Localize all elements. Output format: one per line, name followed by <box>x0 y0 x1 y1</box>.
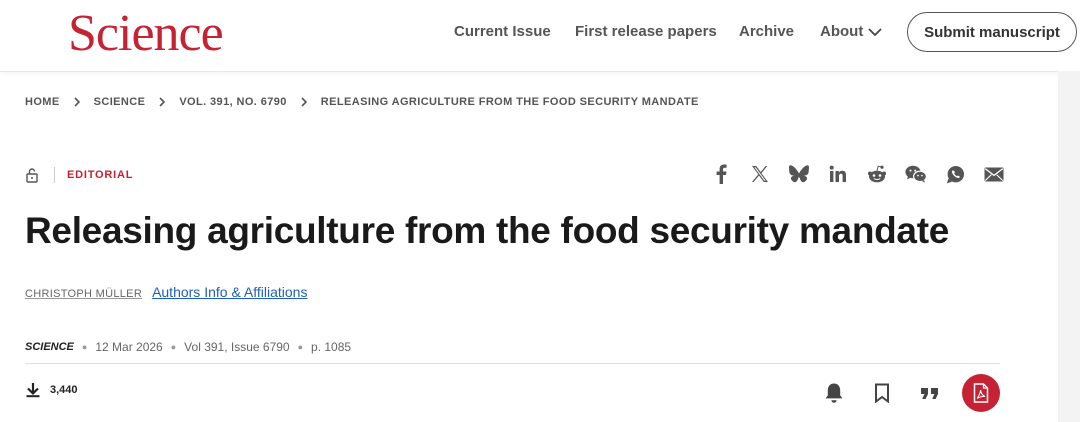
nav-about-label: About <box>820 23 864 40</box>
nav-current-issue[interactable]: Current Issue <box>454 23 551 41</box>
volume-issue-link[interactable]: Vol 391, Issue 6790 <box>184 340 289 354</box>
reddit-icon[interactable] <box>866 163 888 185</box>
author-line: CHRISTOPH MÜLLER Authors Info & Affiliat… <box>25 284 307 300</box>
chevron-down-icon <box>868 28 882 37</box>
publication-date: 12 Mar 2026 <box>95 340 163 354</box>
facebook-icon[interactable] <box>710 163 732 185</box>
submit-manuscript-button[interactable]: Submit manuscript <box>907 12 1077 52</box>
email-icon[interactable] <box>983 163 1005 185</box>
topic-divider <box>54 167 55 183</box>
bookmark-icon[interactable] <box>870 381 894 405</box>
page-number: p. 1085 <box>311 340 352 354</box>
meta-separator: ● <box>297 342 304 352</box>
meta-separator: ● <box>170 342 177 352</box>
breadcrumb-science[interactable]: SCIENCE <box>94 96 146 108</box>
divider <box>25 363 1000 364</box>
quote-icon[interactable] <box>918 381 942 405</box>
site-header: Science Current Issue First release pape… <box>0 0 1080 72</box>
bell-icon[interactable] <box>822 381 846 405</box>
science-logo[interactable]: Science <box>68 6 224 62</box>
nav-first-release-papers[interactable]: First release papers <box>575 23 717 41</box>
bluesky-icon[interactable] <box>788 163 810 185</box>
pdf-icon[interactable] <box>962 374 1000 412</box>
whatsapp-icon[interactable] <box>944 163 966 185</box>
download-icon <box>26 383 40 398</box>
topic-row: EDITORIAL <box>25 165 133 185</box>
x-icon[interactable] <box>749 163 771 185</box>
wechat-icon[interactable] <box>905 163 927 185</box>
breadcrumb-volume[interactable]: VOL. 391, NO. 6790 <box>179 96 286 108</box>
breadcrumb-home[interactable]: HOME <box>25 96 60 108</box>
breadcrumb-current: RELEASING AGRICULTURE FROM THE FOOD SECU… <box>320 96 699 108</box>
article-topic[interactable]: EDITORIAL <box>67 169 133 181</box>
download-count: 3,440 <box>50 384 78 396</box>
chevron-right-icon <box>301 97 307 107</box>
publication-meta: SCIENCE ● 12 Mar 2026 ● Vol 391, Issue 6… <box>25 340 351 354</box>
page-edge <box>1058 71 1080 422</box>
download-metric: 3,440 <box>25 382 78 398</box>
author-name[interactable]: CHRISTOPH MÜLLER <box>25 288 142 300</box>
article-title: Releasing agriculture from the food secu… <box>25 210 949 251</box>
chevron-right-icon <box>159 97 166 107</box>
article-actions <box>822 374 1000 412</box>
breadcrumb: HOME SCIENCE VOL. 391, NO. 6790 RELEASIN… <box>25 96 699 108</box>
linkedin-icon[interactable] <box>827 163 849 185</box>
unlock-icon <box>26 168 38 183</box>
chevron-right-icon <box>74 97 80 107</box>
share-bar <box>710 163 1022 185</box>
journal-name: SCIENCE <box>25 341 74 353</box>
nav-about[interactable]: About <box>820 23 882 41</box>
nav-archive[interactable]: Archive <box>739 23 794 41</box>
meta-separator: ● <box>81 342 88 352</box>
authors-info-link[interactable]: Authors Info & Affiliations <box>152 284 307 300</box>
